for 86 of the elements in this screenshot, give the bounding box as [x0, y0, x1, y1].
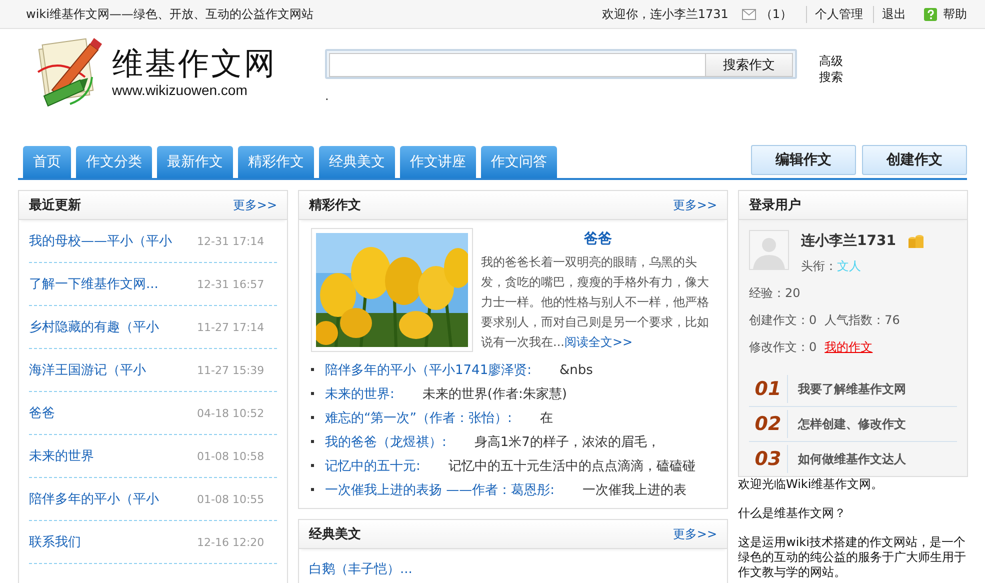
- featured-article-link[interactable]: 我的爸爸（龙煜祺）:: [325, 433, 446, 451]
- article-time: 01-08 10:55: [197, 492, 266, 506]
- help-link[interactable]: 帮助: [916, 6, 967, 22]
- guide-link[interactable]: 怎样创建、修改作文: [798, 416, 906, 432]
- step-number: 01: [749, 375, 788, 403]
- recent-article-link[interactable]: 联系我们: [29, 533, 197, 551]
- article-snippet: 记忆中的五十元生活中的点点滴滴，磕磕碰: [448, 458, 696, 475]
- article-snippet: 身高1米7的样子，浓浓的眉毛，: [474, 434, 660, 451]
- recent-article-link[interactable]: 乡村隐藏的有趣（平小: [29, 318, 197, 336]
- more-link[interactable]: 更多>>: [672, 196, 717, 214]
- read-more-link[interactable]: 阅读全文>>: [564, 335, 633, 349]
- search-field[interactable]: 搜索作文: [325, 49, 797, 79]
- recent-article-link[interactable]: 爸爸: [29, 404, 197, 422]
- guide-link[interactable]: 我要了解维基作文网: [798, 380, 906, 398]
- bullet-icon: [311, 368, 314, 371]
- create-essay-button[interactable]: 创建作文: [862, 145, 967, 175]
- recent-article-link[interactable]: 我的母校——平小（平小: [29, 232, 197, 250]
- nav-tab[interactable]: 最新作文: [157, 146, 233, 178]
- bullet-icon: [311, 488, 314, 491]
- nav-tab[interactable]: 作文问答: [481, 146, 557, 178]
- bullet-icon: [311, 416, 314, 419]
- recent-article-link[interactable]: 了解一下维基作文网...: [29, 275, 197, 293]
- more-link[interactable]: 更多>>: [672, 526, 717, 542]
- nav-tab[interactable]: 首页: [23, 146, 71, 178]
- article-snippet: &nbs: [559, 362, 593, 378]
- my-essays-link[interactable]: 我的作文: [824, 339, 873, 356]
- featured-article-link[interactable]: 一次催我上进的表扬 ——作者：葛恩彤:: [325, 481, 555, 499]
- coins-icon: [908, 234, 924, 248]
- rank-value: 文人: [837, 259, 861, 273]
- bullet-icon: [311, 392, 314, 395]
- user-name: 连小李兰1731: [801, 232, 896, 250]
- article-time: 04-18 10:52: [197, 406, 266, 420]
- about-text: 这是运用wiki技术搭建的作文网站，是一个绿色的互动的纯公益的服务于广大师生用于作文教与学的网站。: [738, 535, 967, 580]
- article-time: 01-08 10:58: [197, 450, 266, 462]
- account-link[interactable]: 个人管理: [806, 6, 863, 22]
- logo-url: www.wikizuowen.com: [112, 82, 248, 98]
- panel-title: 登录用户: [749, 196, 802, 214]
- mail-icon: [742, 8, 756, 20]
- step-number: 03: [749, 445, 788, 473]
- about-text: 欢迎光临Wiki维基作文网。: [738, 477, 884, 492]
- welcome-text: 欢迎你，连小李兰1731: [602, 6, 728, 22]
- article-excerpt: 我的爸爸长着一双明亮的眼睛，乌黑的头发，贪吃的嘴巴，瘦瘦的手格外有力，像大力士一样。他的性格与别人不一样，他严格要求别人，而对自己则是另一个要求，比如说有一次我在...阅读全文>>: [481, 254, 710, 351]
- bullet-icon: [311, 464, 314, 467]
- created-stat: 创建作文：0: [749, 312, 817, 329]
- article-time: 11-27 15:39: [197, 364, 266, 376]
- nav-tab[interactable]: 经典美文: [319, 146, 395, 178]
- article-snippet: 未来的世界(作者:朱家慧): [422, 386, 567, 403]
- panel-title: 最近更新: [29, 196, 82, 214]
- about-text: 什么是维基作文网？: [738, 506, 847, 521]
- article-time: 12-16 12:20: [197, 536, 266, 548]
- bullet-icon: [311, 440, 314, 443]
- edit-essay-button[interactable]: 编辑作文: [751, 145, 856, 175]
- nav-tab[interactable]: 作文分类: [76, 146, 152, 178]
- more-link[interactable]: 更多>>: [232, 196, 277, 214]
- article-title-link[interactable]: 爸爸: [481, 230, 715, 248]
- article-time: 12-31 16:57: [197, 278, 266, 290]
- article-time: 11-27 17:14: [197, 320, 266, 334]
- featured-article-link[interactable]: 难忘的“第一次”（作者：张怡）:: [325, 409, 512, 427]
- message-count[interactable]: （1）: [760, 6, 792, 22]
- guide-link[interactable]: 如何做维基作文达人: [798, 450, 906, 468]
- recent-article-link[interactable]: 陪伴多年的平小（平小: [29, 490, 197, 508]
- nav-tab[interactable]: 精彩作文: [238, 146, 314, 178]
- article-snippet: 在: [540, 410, 553, 427]
- article-snippet: 一次催我上进的表: [582, 482, 687, 499]
- search-button[interactable]: 搜索作文: [705, 53, 793, 77]
- panel-title: 精彩作文: [309, 196, 362, 214]
- recent-article-link[interactable]: 未来的世界: [29, 447, 197, 465]
- edited-stat: 修改作文：0: [749, 339, 817, 356]
- popularity-stat: 人气指数：76: [824, 312, 900, 329]
- site-slogan: wiki维基作文网——绿色、开放、互动的公益作文网站: [26, 6, 314, 22]
- nav-tab[interactable]: 作文讲座: [400, 146, 476, 178]
- recent-article-link[interactable]: 海洋王国游记（平小: [29, 361, 197, 379]
- article-time: 12-31 17:14: [197, 234, 266, 248]
- classic-article-link[interactable]: 白鹅（丰子恺）...: [309, 560, 412, 578]
- logo-title: 维基作文网: [112, 46, 277, 82]
- logout-link[interactable]: 退出: [873, 6, 906, 22]
- help-icon: [924, 8, 937, 20]
- featured-article-link[interactable]: 陪伴多年的平小（平小1741廖泽贤:: [325, 361, 532, 379]
- experience-stat: 经验：20: [749, 285, 800, 302]
- note-mark: .: [325, 89, 329, 103]
- featured-article-link[interactable]: 未来的世界:: [325, 385, 394, 403]
- advanced-search-link[interactable]: 高级搜索: [819, 53, 847, 87]
- panel-title: 经典美文: [309, 526, 362, 543]
- rank-label: 头衔：: [801, 259, 837, 273]
- step-number: 02: [749, 410, 788, 438]
- featured-article-link[interactable]: 记忆中的五十元:: [325, 457, 420, 475]
